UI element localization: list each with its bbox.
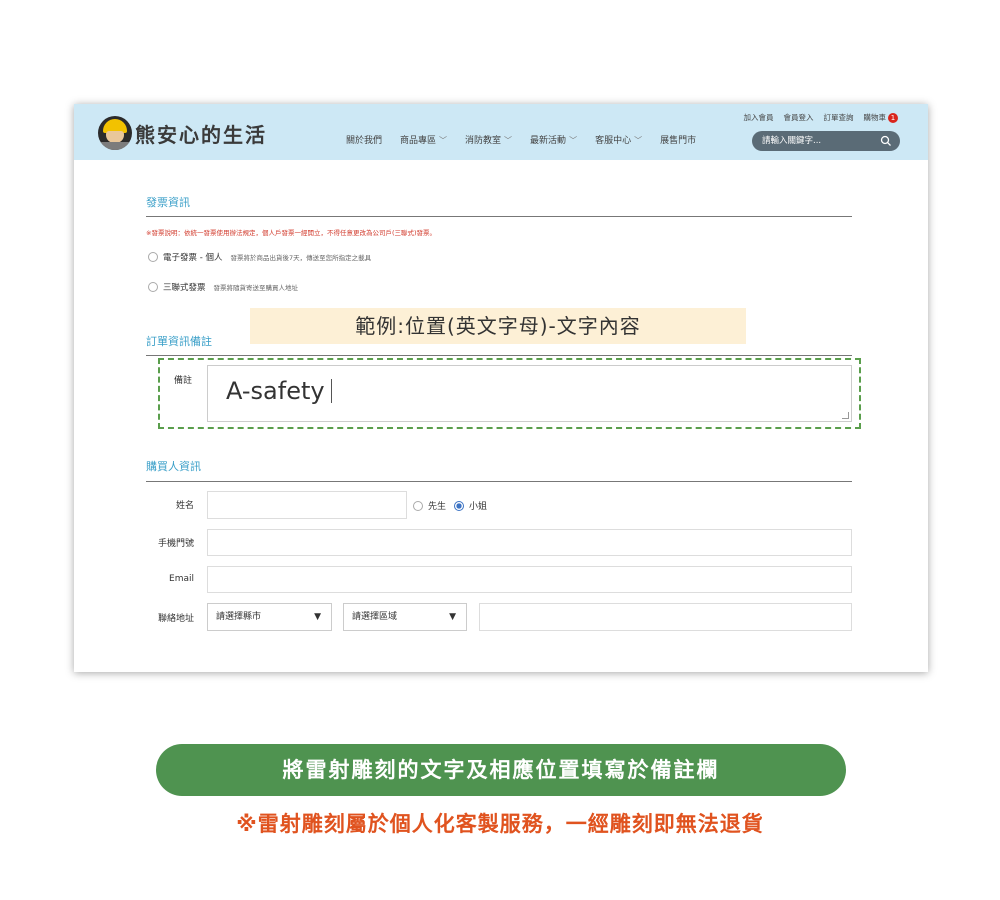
order-notes-section-title: 訂單資訊備註 xyxy=(146,335,212,348)
nav-fire-class[interactable]: 消防教室 ﹀ xyxy=(465,133,512,146)
gender-selector: 先生 小姐 xyxy=(409,499,487,512)
remark-label: 備註 xyxy=(174,376,193,386)
district-select-value: 請選擇區域 xyxy=(352,612,398,622)
order-lookup-link[interactable]: 訂單查詢 xyxy=(824,112,854,123)
phone-label: 手機門號 xyxy=(157,539,194,549)
section-divider xyxy=(146,355,852,356)
dropdown-arrow-icon: ▼ xyxy=(449,612,456,622)
radio-button[interactable] xyxy=(148,252,158,262)
member-login-link[interactable]: 會員登入 xyxy=(784,112,814,123)
option-description: 發票將於商品出貨後7天，傳送至您所指定之載具 xyxy=(230,254,372,262)
radio-button[interactable] xyxy=(148,282,158,292)
option-label: 三聯式發票 xyxy=(163,283,206,293)
site-logo[interactable]: 熊安心的生活 xyxy=(98,116,267,150)
address-label: 聯絡地址 xyxy=(157,614,194,624)
name-input[interactable] xyxy=(207,491,407,519)
chevron-down-icon: ﹀ xyxy=(569,136,578,145)
radio-mr[interactable] xyxy=(413,500,423,511)
nav-events[interactable]: 最新活動 ﹀ xyxy=(530,133,577,146)
nav-stores[interactable]: 展售門市 xyxy=(660,133,696,146)
logo-text: 熊安心的生活 xyxy=(135,122,267,147)
option-description: 發票將隨貨寄送至購買人地址 xyxy=(213,284,299,292)
name-label: 姓名 xyxy=(175,501,194,511)
gender-mr-label: 先生 xyxy=(428,502,447,512)
dropdown-arrow-icon: ▼ xyxy=(314,612,321,622)
website-screenshot: 熊安心的生活 加入會員 會員登入 訂單查詢 購物車 1 關於我們 商品專區 ﹀ 消防… xyxy=(74,104,928,672)
invoice-option-triplicate[interactable]: 三聯式發票 發票將隨貨寄送至購買人地址 xyxy=(148,281,298,293)
option-label: 電子發票 - 個人 xyxy=(163,253,223,263)
district-select[interactable]: 請選擇區域 ▼ xyxy=(343,603,467,631)
cart-count-badge: 1 xyxy=(888,113,898,123)
site-header: 熊安心的生活 加入會員 會員登入 訂單查詢 購物車 1 關於我們 商品專區 ﹀ 消防… xyxy=(74,104,928,160)
resize-handle-icon[interactable] xyxy=(842,412,849,419)
section-divider xyxy=(146,216,852,217)
example-format-banner: 範例:位置(英文字母)-文字內容 xyxy=(250,308,746,344)
cart-link[interactable]: 購物車 1 xyxy=(863,112,898,123)
radio-ms[interactable] xyxy=(454,500,465,511)
invoice-option-electronic[interactable]: 電子發票 - 個人 發票將於商品出貨後7天，傳送至您所指定之載具 xyxy=(148,251,371,263)
chevron-down-icon: ﹀ xyxy=(634,136,643,145)
join-member-link[interactable]: 加入會員 xyxy=(744,112,774,123)
no-return-warning: ※雷射雕刻屬於個人化客製服務，一經雕刻即無法退貨 xyxy=(236,812,764,836)
invoice-section-title: 發票資訊 xyxy=(146,196,190,209)
email-label: Email xyxy=(169,574,194,584)
invoice-note: ※發票說明：依統一發票使用辦法規定，個人戶發票一經開立，不得任意更改為公司戶(三… xyxy=(146,229,437,237)
search-input[interactable] xyxy=(762,134,872,148)
main-nav: 關於我們 商品專區 ﹀ 消防教室 ﹀ 最新活動 ﹀ 客服中心 ﹀ 展售門市 xyxy=(346,133,696,146)
instruction-banner: 將雷射雕刻的文字及相應位置填寫於備註欄 xyxy=(156,744,846,796)
chevron-down-icon: ﹀ xyxy=(504,136,513,145)
remark-value: A-safety xyxy=(226,377,332,405)
search-bar xyxy=(752,131,900,151)
city-select-value: 請選擇縣市 xyxy=(216,612,262,622)
nav-products[interactable]: 商品專區 ﹀ xyxy=(400,133,447,146)
text-cursor xyxy=(330,379,332,403)
address-input[interactable] xyxy=(479,603,852,631)
phone-input[interactable] xyxy=(207,529,852,556)
city-select[interactable]: 請選擇縣市 ▼ xyxy=(207,603,332,631)
nav-about[interactable]: 關於我們 xyxy=(346,133,382,146)
section-divider xyxy=(146,481,852,482)
bear-helmet-logo-icon xyxy=(98,116,132,150)
cart-label: 購物車 xyxy=(863,113,887,122)
email-input[interactable] xyxy=(207,566,852,593)
nav-support[interactable]: 客服中心 ﹀ xyxy=(595,133,642,146)
remark-textarea[interactable]: A-safety xyxy=(207,365,852,422)
gender-ms-label: 小姐 xyxy=(469,502,488,512)
buyer-section-title: 購買人資訊 xyxy=(146,460,201,473)
top-links: 加入會員 會員登入 訂單查詢 購物車 1 xyxy=(744,112,898,123)
search-icon[interactable] xyxy=(880,135,892,147)
chevron-down-icon: ﹀ xyxy=(439,136,448,145)
